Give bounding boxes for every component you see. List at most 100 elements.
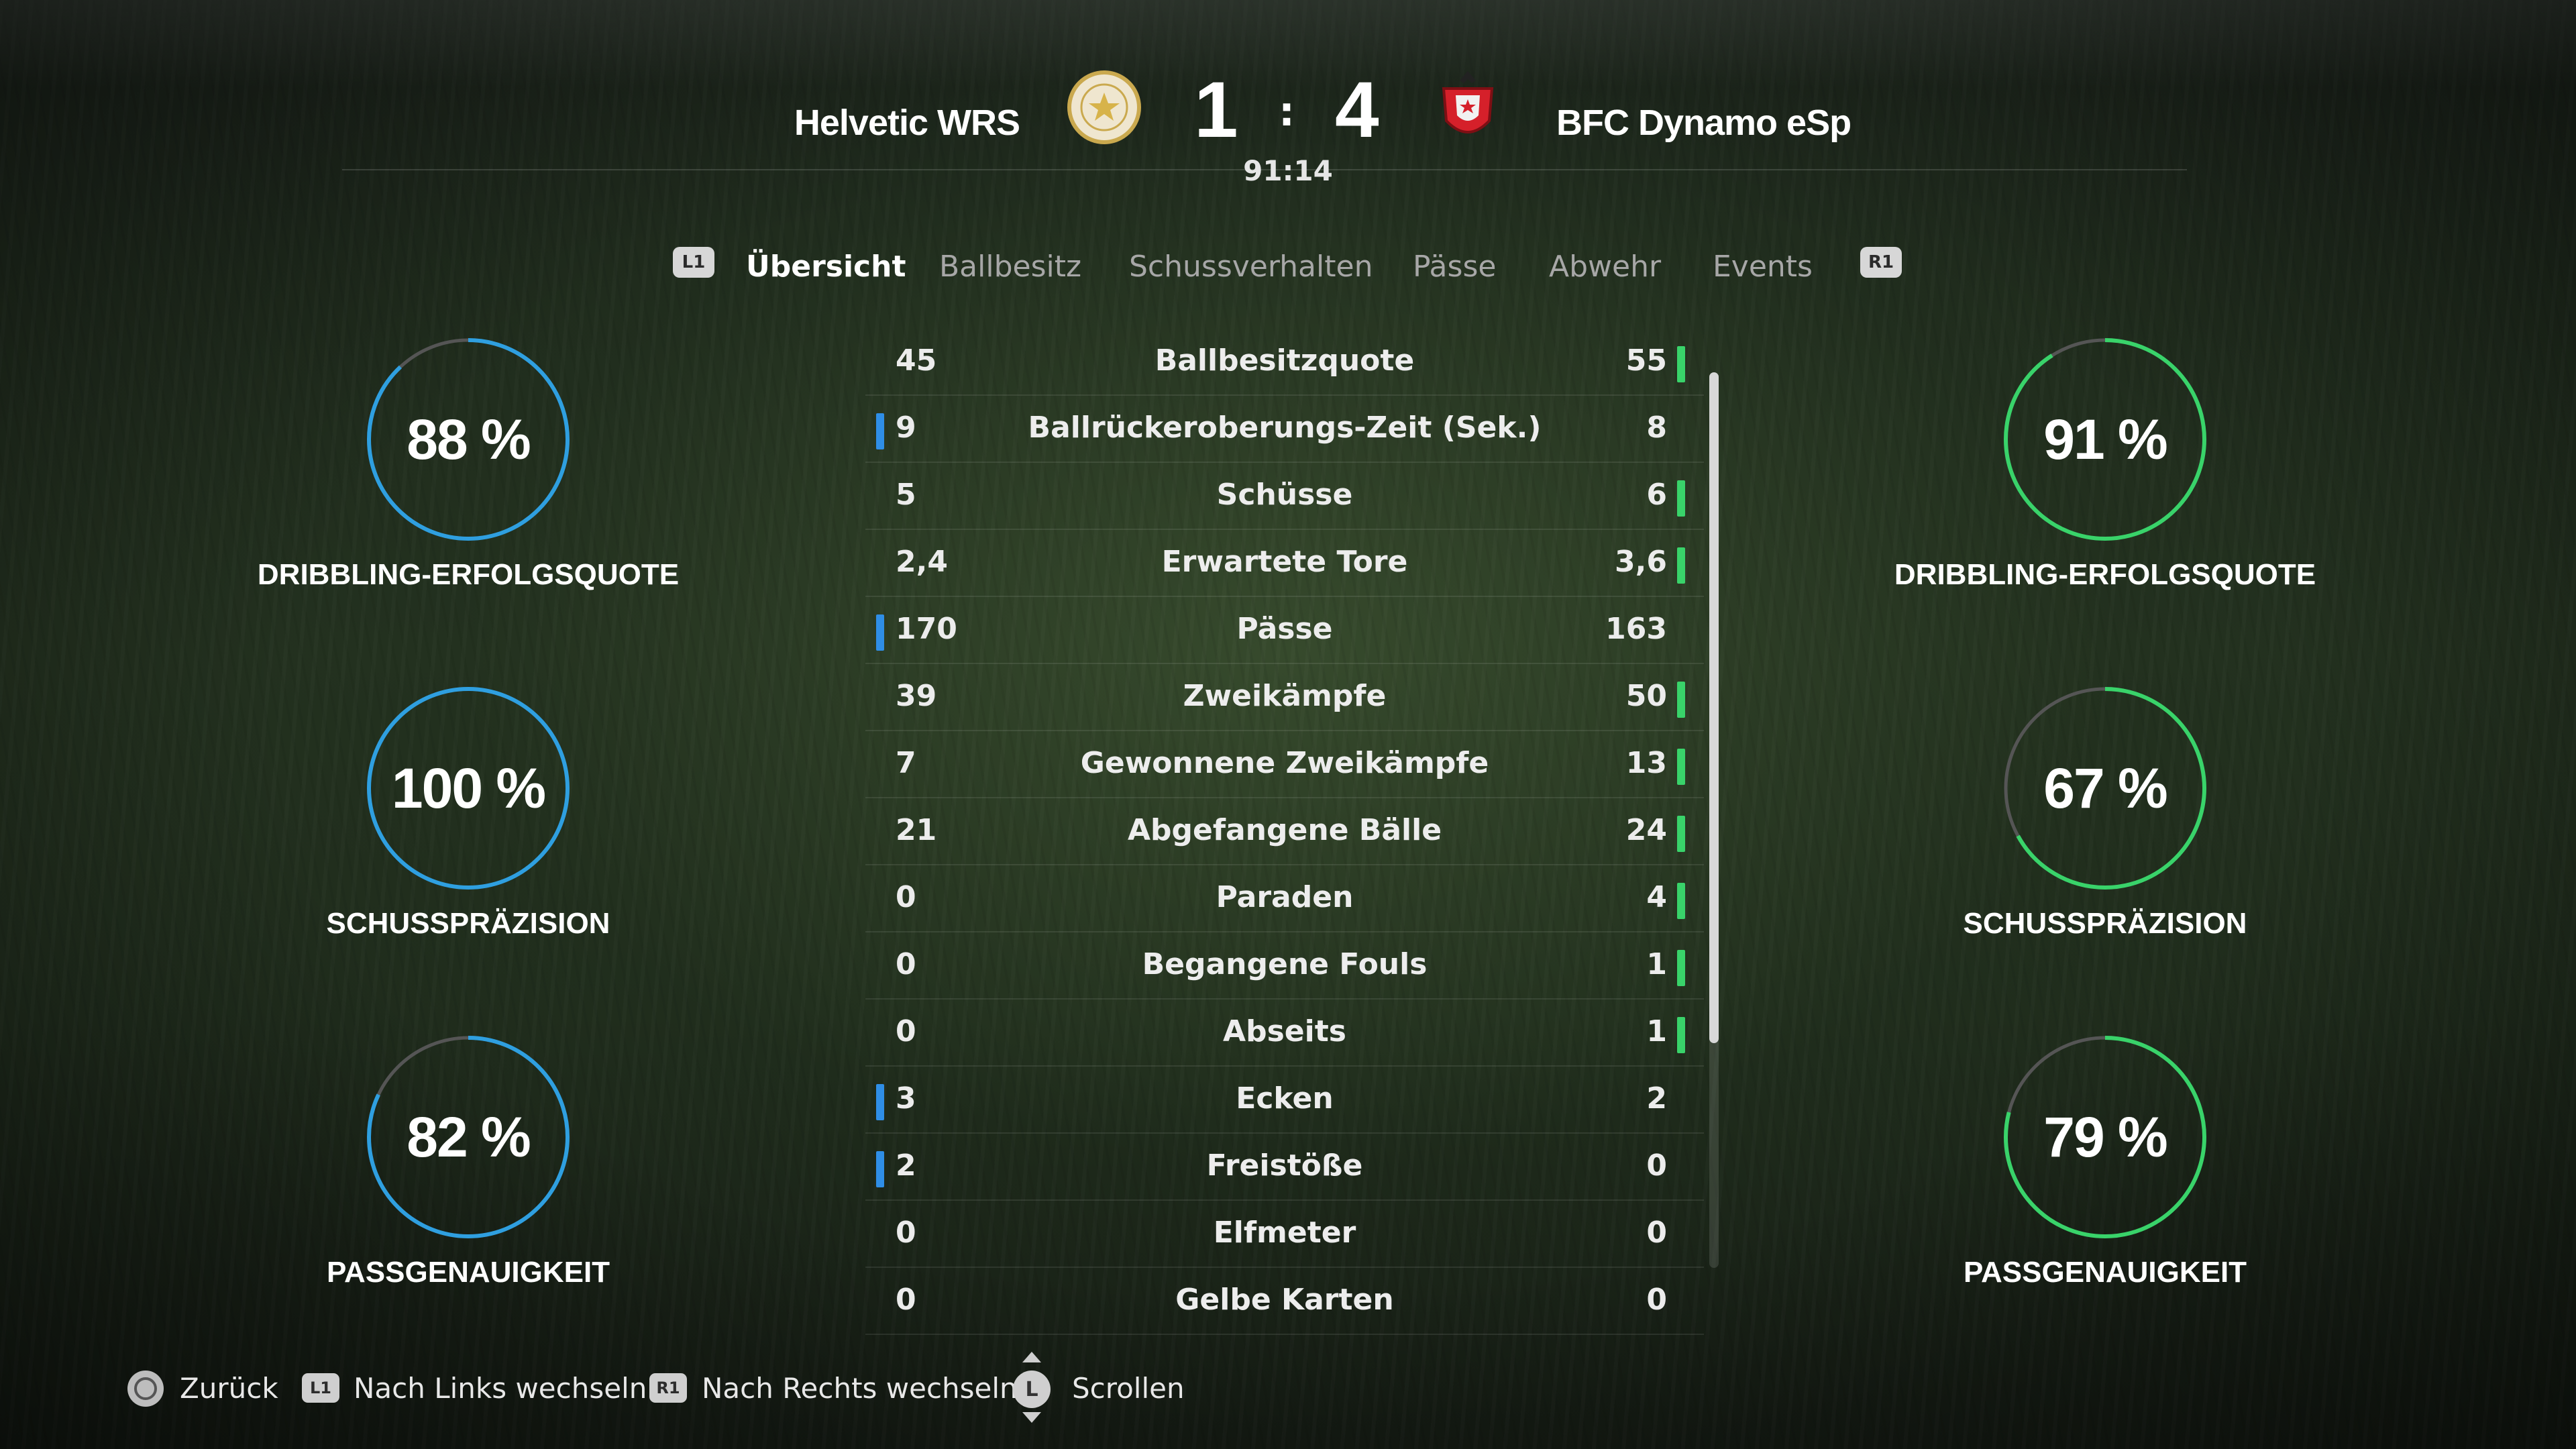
tab-events[interactable]: Events [1713, 250, 1813, 284]
away-leader-bar [1677, 749, 1685, 785]
away-pass-accuracy-label: PASSGENAUIGKEIT [1963, 1256, 2247, 1289]
away-stat-value: 2 [1646, 1081, 1667, 1116]
stat-row: 9 Ballrückeroberungs-Zeit (Sek.) 8 [865, 396, 1704, 463]
stats-table[interactable]: 45 Ballbesitzquote 55 9 Ballrückeroberungs-Z… [865, 329, 1704, 1335]
stat-row: 2 Freistöße 0 [865, 1134, 1704, 1201]
away-stat-value: 50 [1625, 679, 1667, 713]
away-stat-value: 0 [1646, 1216, 1667, 1250]
away-score: 4 [1335, 66, 1379, 154]
home-team-name: Helvetic WRS [794, 103, 1020, 143]
away-stat-value: 4 [1646, 880, 1667, 914]
stat-row: 3 Ecken 2 [865, 1067, 1704, 1134]
away-team-name: BFC Dynamo eSp [1556, 103, 1851, 143]
stat-label: Schüsse [1216, 478, 1353, 512]
stat-row: 39 Zweikämpfe 50 [865, 664, 1704, 731]
away-stat-value: 3,6 [1615, 545, 1667, 579]
home-pass-accuracy-value: 82 % [407, 1105, 531, 1169]
away-stat-value: 55 [1625, 343, 1667, 378]
stat-label: Ballrückeroberungs-Zeit (Sek.) [1028, 411, 1542, 445]
away-stat-value: 0 [1646, 1148, 1667, 1183]
away-leader-bar [1677, 816, 1685, 852]
stat-label: Paraden [1216, 880, 1354, 914]
away-stat-value: 24 [1625, 813, 1667, 847]
away-leader-bar [1677, 1017, 1685, 1053]
away-pass-accuracy-ring: 79 % [2001, 1033, 2209, 1241]
stat-row: 0 Elfmeter 0 [865, 1201, 1704, 1268]
away-leader-bar [1677, 883, 1685, 919]
home-shot-precision-value: 100 % [391, 756, 546, 820]
away-stat-value: 8 [1646, 411, 1667, 445]
stat-label: Begangene Fouls [1142, 947, 1428, 981]
away-leader-bar [1677, 950, 1685, 986]
left-stick-icon[interactable]: L [1013, 1371, 1051, 1408]
l1-hint-icon[interactable]: L1 [302, 1373, 339, 1403]
l1-button-icon[interactable]: L1 [673, 247, 714, 278]
stat-label: Gelbe Karten [1175, 1283, 1394, 1317]
scroll-hint[interactable]: Scrollen [1072, 1372, 1185, 1405]
tab-uebersicht[interactable]: Übersicht [746, 250, 906, 284]
away-dribbling-ring: 91 % [2001, 335, 2209, 543]
home-score: 1 [1194, 66, 1238, 154]
away-stat-value: 6 [1646, 478, 1667, 512]
stat-label: Ecken [1236, 1081, 1334, 1116]
stat-label: Elfmeter [1213, 1216, 1356, 1250]
stats-scrollbar[interactable] [1709, 372, 1719, 1268]
stat-row: 7 Gewonnene Zweikämpfe 13 [865, 731, 1704, 798]
stat-row: 21 Abgefangene Bälle 24 [865, 798, 1704, 865]
home-pass-accuracy-label: PASSGENAUIGKEIT [326, 1256, 610, 1289]
away-dribbling-value: 91 % [2043, 407, 2167, 471]
r1-button-icon[interactable]: R1 [1860, 247, 1902, 278]
tab-abwehr[interactable]: Abwehr [1549, 250, 1661, 284]
stat-label: Pässe [1236, 612, 1333, 646]
tab-bar: L1 Übersicht Ballbesitz Schussverhalten … [0, 241, 2576, 288]
switch-left-hint[interactable]: Nach Links wechseln [354, 1372, 647, 1405]
away-leader-bar [1677, 480, 1685, 517]
home-shot-precision-ring: 100 % [364, 684, 572, 892]
tab-paesse[interactable]: Pässe [1413, 250, 1496, 284]
stat-label: Ballbesitzquote [1155, 343, 1415, 378]
away-dribbling-label: DRIBBLING-ERFOLGSQUOTE [1894, 558, 2316, 591]
stat-row: 0 Begangene Fouls 1 [865, 932, 1704, 1000]
scoreboard: Helvetic WRS 1 : 4 BFC Dynamo eSp 91:14 [0, 60, 2576, 195]
circle-button-icon[interactable] [127, 1371, 164, 1407]
home-shot-precision-label: SCHUSSPRÄZISION [326, 907, 610, 940]
back-hint[interactable]: Zurück [180, 1372, 278, 1405]
stat-row: 0 Gelbe Karten 0 [865, 1268, 1704, 1335]
away-leader-bar [1677, 547, 1685, 584]
away-stat-value: 1 [1646, 947, 1667, 981]
stat-row: 0 Paraden 4 [865, 865, 1704, 932]
match-time: 91:14 [1243, 154, 1333, 187]
stat-row: 0 Abseits 1 [865, 1000, 1704, 1067]
home-dribbling-ring: 88 % [364, 335, 572, 543]
away-stat-value: 1 [1646, 1014, 1667, 1049]
away-leader-bar [1677, 346, 1685, 382]
switch-right-hint[interactable]: Nach Rechts wechseln [702, 1372, 1018, 1405]
away-leader-bar [1677, 682, 1685, 718]
tab-schussverhalten[interactable]: Schussverhalten [1129, 250, 1373, 284]
scroll-down-arrow-icon [1022, 1412, 1041, 1423]
away-stat-value: 13 [1625, 746, 1667, 780]
home-team-crest-icon [1065, 68, 1143, 146]
stat-label: Abseits [1223, 1014, 1346, 1049]
away-stat-value: 163 [1605, 612, 1667, 646]
score-separator: : [1279, 89, 1295, 136]
away-pass-accuracy-value: 79 % [2043, 1105, 2167, 1169]
home-dribbling-value: 88 % [407, 407, 531, 471]
stat-row: 170 Pässe 163 [865, 597, 1704, 664]
away-stat-value: 0 [1646, 1283, 1667, 1317]
stat-label: Gewonnene Zweikämpfe [1080, 746, 1489, 780]
away-shot-precision-ring: 67 % [2001, 684, 2209, 892]
scroll-up-arrow-icon [1022, 1352, 1041, 1362]
tab-ballbesitz[interactable]: Ballbesitz [939, 250, 1081, 284]
stat-row: 5 Schüsse 6 [865, 463, 1704, 530]
r1-hint-icon[interactable]: R1 [649, 1373, 687, 1403]
stat-row: 45 Ballbesitzquote 55 [865, 329, 1704, 396]
stat-label: Erwartete Tore [1161, 545, 1408, 579]
stat-row: 2,4 Erwartete Tore 3,6 [865, 530, 1704, 597]
stats-scrollbar-thumb[interactable] [1709, 372, 1719, 1043]
home-pass-accuracy-ring: 82 % [364, 1033, 572, 1241]
home-dribbling-label: DRIBBLING-ERFOLGSQUOTE [257, 558, 680, 591]
stat-label: Zweikämpfe [1183, 679, 1387, 713]
away-shot-precision-value: 67 % [2043, 756, 2167, 820]
away-shot-precision-label: SCHUSSPRÄZISION [1963, 907, 2247, 940]
